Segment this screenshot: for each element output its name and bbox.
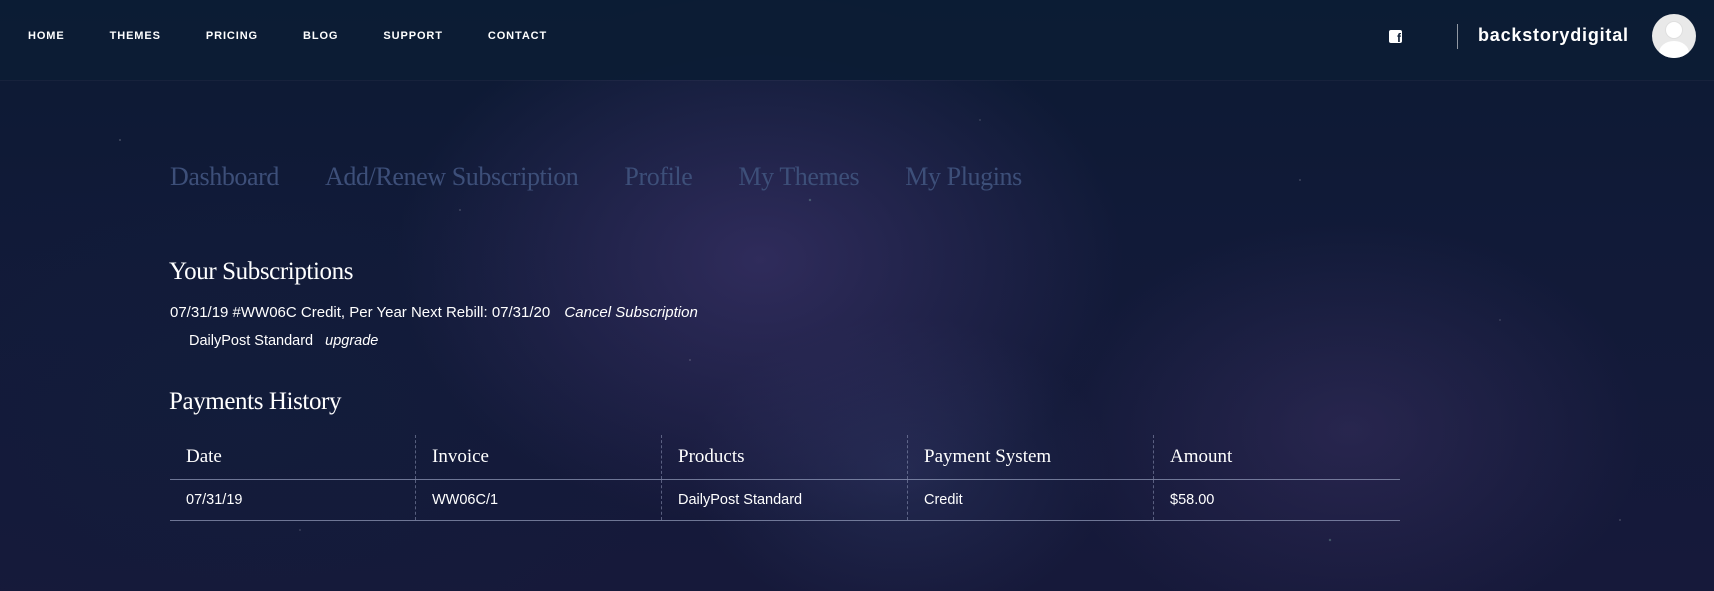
subscription-product-name: DailyPost Standard (189, 333, 314, 349)
column-header-date: Date (170, 435, 416, 479)
account-tabs: Dashboard Add/Renew Subscription Profile… (170, 162, 1068, 192)
main-nav: HOME THEMES PRICING BLOG SUPPORT CONTACT (28, 30, 592, 42)
column-header-payment-system: Payment System (908, 435, 1154, 479)
nav-blog-link[interactable]: BLOG (303, 30, 338, 42)
subscription-product-row: DailyPost Standard upgrade (189, 332, 378, 350)
tab-my-themes[interactable]: My Themes (738, 162, 859, 192)
cell-amount: $58.00 (1170, 492, 1215, 508)
cell-payment-system: Credit (908, 480, 1154, 520)
subscription-summary-row: 07/31/19 #WW06C Credit, Per Year Next Re… (170, 304, 698, 322)
avatar-head-shape (1666, 22, 1682, 38)
payments-history-heading: Payments History (169, 388, 342, 415)
tab-dashboard[interactable]: Dashboard (170, 162, 279, 192)
subscriptions-heading: Your Subscriptions (169, 258, 354, 285)
nav-contact-link[interactable]: CONTACT (488, 30, 547, 42)
top-navigation-bar: HOME THEMES PRICING BLOG SUPPORT CONTACT… (0, 0, 1714, 80)
subscription-summary-text: 07/31/19 #WW06C Credit, Per Year Next Re… (170, 304, 551, 321)
tab-add-renew-subscription[interactable]: Add/Renew Subscription (325, 162, 579, 192)
cancel-subscription-link[interactable]: Cancel Subscription (564, 304, 697, 321)
avatar-body-shape (1659, 41, 1689, 58)
table-row: 07/31/19 WW06C/1 DailyPost Standard Cred… (170, 480, 1400, 521)
tab-my-plugins[interactable]: My Plugins (905, 162, 1022, 192)
table-header-row: Date Invoice Products Payment System Amo… (170, 435, 1400, 480)
nav-support-link[interactable]: SUPPORT (383, 30, 442, 42)
user-avatar-icon[interactable] (1652, 14, 1696, 58)
column-header-products: Products (662, 435, 908, 479)
tab-profile[interactable]: Profile (624, 162, 692, 192)
cell-date: 07/31/19 (170, 480, 416, 520)
nav-home-link[interactable]: HOME (28, 30, 65, 42)
payments-table: Date Invoice Products Payment System Amo… (170, 435, 1400, 521)
header-divider (1457, 24, 1458, 49)
nav-themes-link[interactable]: THEMES (110, 30, 161, 42)
facebook-icon[interactable]: f (1389, 30, 1402, 45)
account-username[interactable]: backstorydigital (1478, 25, 1629, 45)
cell-products: DailyPost Standard (662, 480, 908, 520)
cell-invoice: WW06C/1 (416, 480, 662, 520)
column-header-invoice: Invoice (416, 435, 662, 479)
upgrade-link[interactable]: upgrade (325, 333, 378, 349)
facebook-glyph: f (1397, 31, 1401, 45)
nav-pricing-link[interactable]: PRICING (206, 30, 258, 42)
column-header-amount: Amount (1170, 446, 1233, 467)
